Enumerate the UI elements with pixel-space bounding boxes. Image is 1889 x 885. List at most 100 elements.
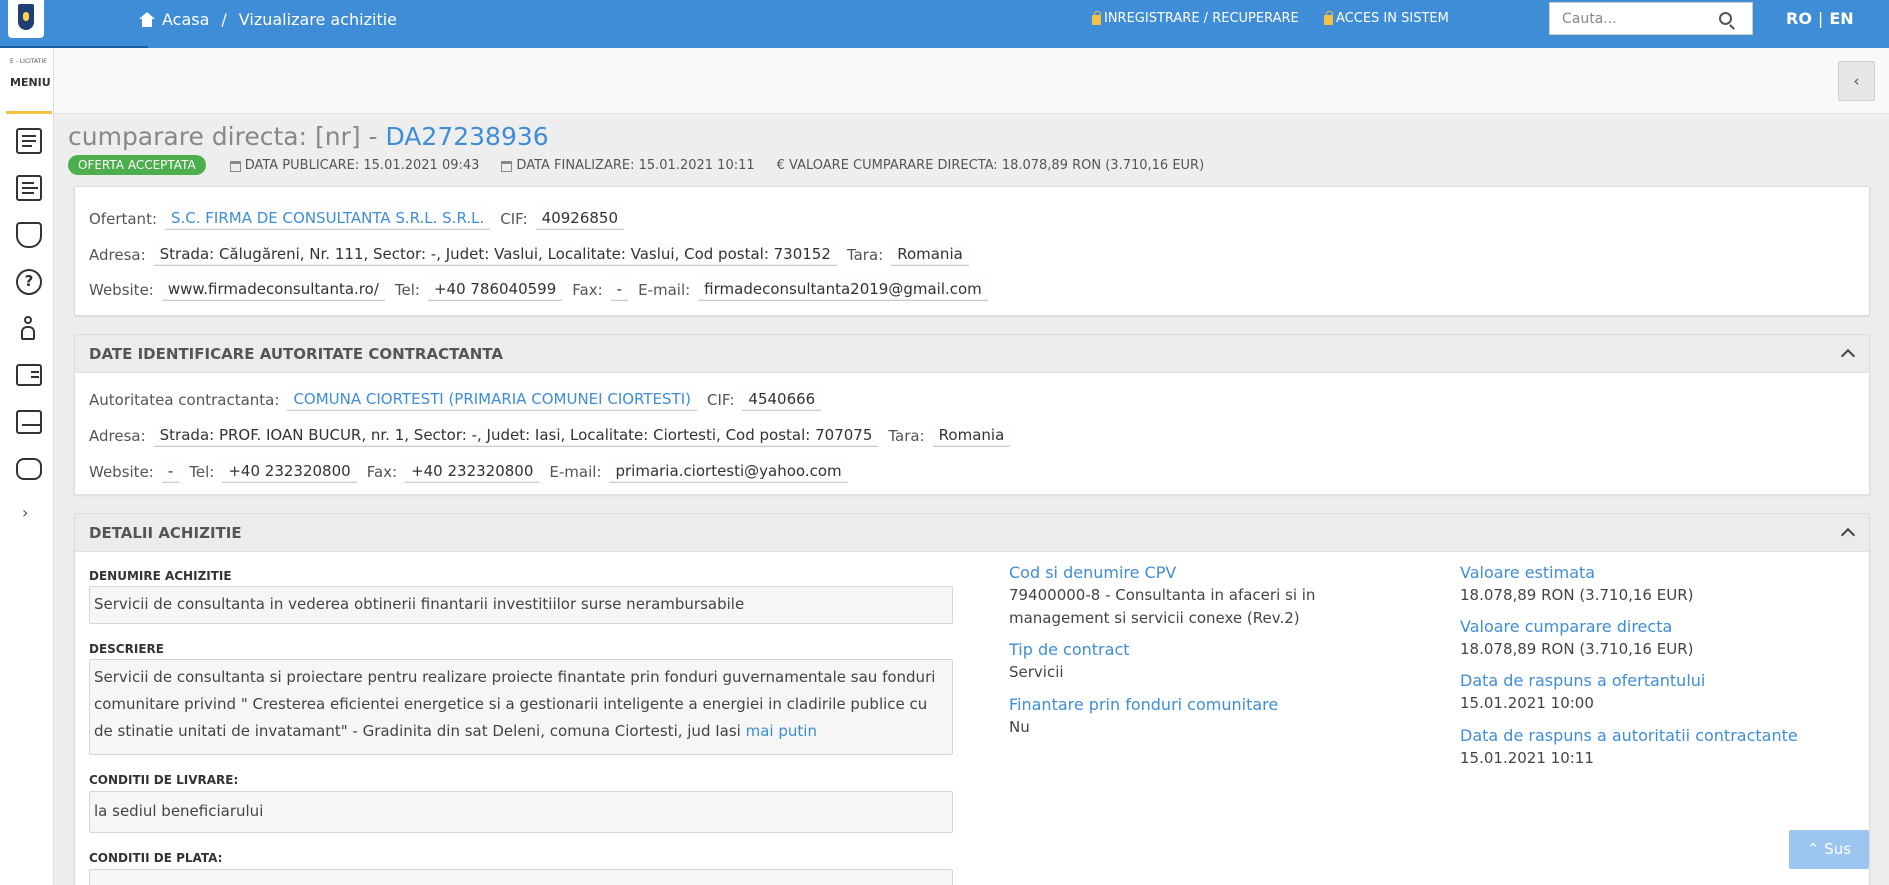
search-input[interactable]	[1550, 3, 1710, 34]
search-icon[interactable]	[1719, 12, 1732, 25]
authority-panel-header[interactable]: DATE IDENTIFICARE AUTORITATE CONTRACTANT…	[75, 335, 1869, 373]
tel-label: Tel:	[189, 462, 215, 481]
publish-date: DATA PUBLICARE: 15.01.2021 09:43	[229, 157, 480, 173]
authority-response-label: Data de raspuns a autoritatii contractan…	[1460, 726, 1798, 745]
list-line	[22, 192, 34, 194]
register-link-label[interactable]: INREGISTRARE / RECUPERARE	[1104, 11, 1299, 26]
procurement-code: DA27238936	[385, 122, 549, 151]
lock-icon	[1324, 10, 1333, 25]
document-line	[22, 140, 36, 142]
cif-value: 4540666	[742, 388, 822, 411]
denumire-field: Servicii de consultanta in vederea obtin…	[89, 586, 953, 624]
breadcrumb-current: Vizualizare achizitie	[238, 10, 398, 29]
contact-card-icon[interactable]	[16, 364, 42, 386]
authority-row: Autoritatea contractanta: COMUNA CIORTES…	[89, 388, 831, 411]
email-label: E-mail:	[549, 462, 602, 481]
ofertant-contact-row: Website: www.firmadeconsultanta.ro/ Tel:…	[89, 278, 998, 301]
cpv-value: 79400000-8 - Consultanta in afaceri si i…	[1009, 586, 1316, 627]
sidebar-menu-label[interactable]: MENIU	[10, 76, 51, 89]
person-body	[21, 326, 35, 340]
breadcrumb-home[interactable]: Acasa	[162, 10, 209, 29]
bidder-response-date: 15.01.2021 10:00	[1460, 694, 1594, 712]
country-label: Tara:	[846, 245, 884, 264]
chevron-up-icon[interactable]	[1840, 348, 1856, 364]
country-value: Romania	[891, 243, 969, 266]
country-label: Tara:	[888, 426, 925, 445]
email-label: E-mail:	[638, 280, 691, 299]
publish-date-text: DATA PUBLICARE: 15.01.2021 09:43	[244, 157, 480, 173]
website-label: Website:	[89, 462, 154, 481]
page-title: cumparare directa: [nr] - DA27238936	[68, 122, 549, 151]
lang-en[interactable]: EN	[1829, 9, 1853, 28]
scroll-top-button[interactable]: ⌃ Sus	[1789, 830, 1869, 869]
status-badge: OFERTA ACCEPTATA	[68, 155, 206, 175]
plata-field	[89, 869, 953, 885]
details-panel-header[interactable]: DETALII ACHIZITIE	[75, 514, 1869, 552]
calendar-icon	[229, 160, 241, 172]
person-icon[interactable]	[16, 316, 42, 342]
help-icon[interactable]: ?	[16, 269, 42, 295]
sidebar: E - LICITATIE MENIU ? ›	[0, 48, 54, 885]
cif-label: CIF:	[500, 209, 528, 228]
address-value: Strada: Călugăreni, Nr. 111, Sector: -, …	[153, 243, 837, 266]
list-line	[22, 182, 34, 184]
collapse-button[interactable]: ‹	[1838, 61, 1875, 101]
login-link[interactable]: ACCES IN SISTEM	[1324, 10, 1449, 26]
fax-label: Fax:	[572, 280, 603, 299]
ofertant-panel: Ofertant: S.C. FIRMA DE CONSULTANTA S.R.…	[74, 186, 1870, 316]
lang-separator: |	[1817, 9, 1824, 28]
lock-icon	[1092, 10, 1101, 25]
document-line	[22, 145, 32, 147]
action-band	[54, 48, 1889, 114]
chevron-up-icon[interactable]	[1840, 527, 1856, 543]
livrare-field: la sediul beneficiarului	[89, 791, 953, 833]
sidebar-expand-icon[interactable]: ›	[22, 503, 28, 522]
fax-value: -	[610, 278, 629, 301]
estimated-value-label: Valoare estimata	[1460, 563, 1596, 582]
language-switch: RO | EN	[1786, 9, 1854, 28]
list-arrow-icon[interactable]	[16, 175, 42, 201]
authority-name-link[interactable]: COMUNA CIORTESTI (PRIMARIA COMUNEI CIORT…	[287, 388, 697, 411]
home-icon[interactable]	[138, 11, 156, 28]
ofertant-label: Ofertant:	[89, 209, 157, 228]
descriere-field: Servicii de consultanta si proiectare pe…	[89, 659, 953, 755]
authority-label: Autoritatea contractanta:	[89, 390, 280, 409]
catalog-icon[interactable]	[16, 410, 42, 434]
descriere-label: DESCRIERE	[89, 642, 164, 656]
card-line	[31, 376, 39, 378]
website-value: -	[161, 460, 180, 483]
help-icon-glyph: ?	[24, 272, 34, 290]
eu-funding-label: Finantare prin fonduri comunitare	[1009, 695, 1279, 714]
email-value: primaria.ciortesti@yahoo.com	[609, 460, 848, 483]
breadcrumb-separator: /	[221, 10, 227, 29]
card-line	[31, 371, 39, 373]
country-value: Romania	[932, 424, 1011, 447]
lang-ro[interactable]: RO	[1786, 9, 1812, 28]
document-line	[22, 135, 36, 137]
livrare-label: CONDITII DE LIVRARE:	[89, 773, 239, 787]
tel-value: +40 232320800	[222, 460, 357, 483]
authority-response-date: 15.01.2021 10:11	[1460, 749, 1594, 767]
ofertant-name-link[interactable]: S.C. FIRMA DE CONSULTANTA S.R.L. S.R.L.	[165, 207, 491, 230]
details-panel: DETALII ACHIZITIE DENUMIRE ACHIZITIE Ser…	[74, 513, 1870, 885]
estimated-value: 18.078,89 RON (3.710,16 EUR)	[1460, 586, 1694, 604]
login-link-label[interactable]: ACCES IN SISTEM	[1336, 11, 1449, 26]
contract-type-value: Servicii	[1009, 663, 1064, 681]
document-icon[interactable]	[16, 128, 42, 154]
chat-bubble-icon[interactable]	[16, 458, 42, 480]
details-panel-title: DETALII ACHIZITIE	[89, 524, 242, 542]
sidebar-brand: E - LICITATIE	[10, 58, 47, 65]
show-less-link[interactable]: mai putin	[746, 722, 817, 740]
fax-value: +40 232320800	[405, 460, 540, 483]
logo[interactable]	[8, 0, 44, 38]
address-label: Adresa:	[89, 245, 146, 264]
ofertant-row: Ofertant: S.C. FIRMA DE CONSULTANTA S.R.…	[89, 207, 634, 230]
shield-check-icon[interactable]	[16, 222, 42, 248]
authority-address-row: Adresa: Strada: PROF. IOAN BUCUR, nr. 1,…	[89, 424, 1020, 447]
cif-value: 40926850	[535, 207, 625, 230]
address-label: Adresa:	[89, 426, 146, 445]
cif-label: CIF:	[707, 390, 735, 409]
direct-value: € VALOARE CUMPARARE DIRECTA: 18.078,89 R…	[776, 157, 1205, 173]
register-link[interactable]: INREGISTRARE / RECUPERARE	[1092, 10, 1299, 26]
breadcrumb: Acasa / Vizualizare achizitie	[138, 10, 397, 29]
